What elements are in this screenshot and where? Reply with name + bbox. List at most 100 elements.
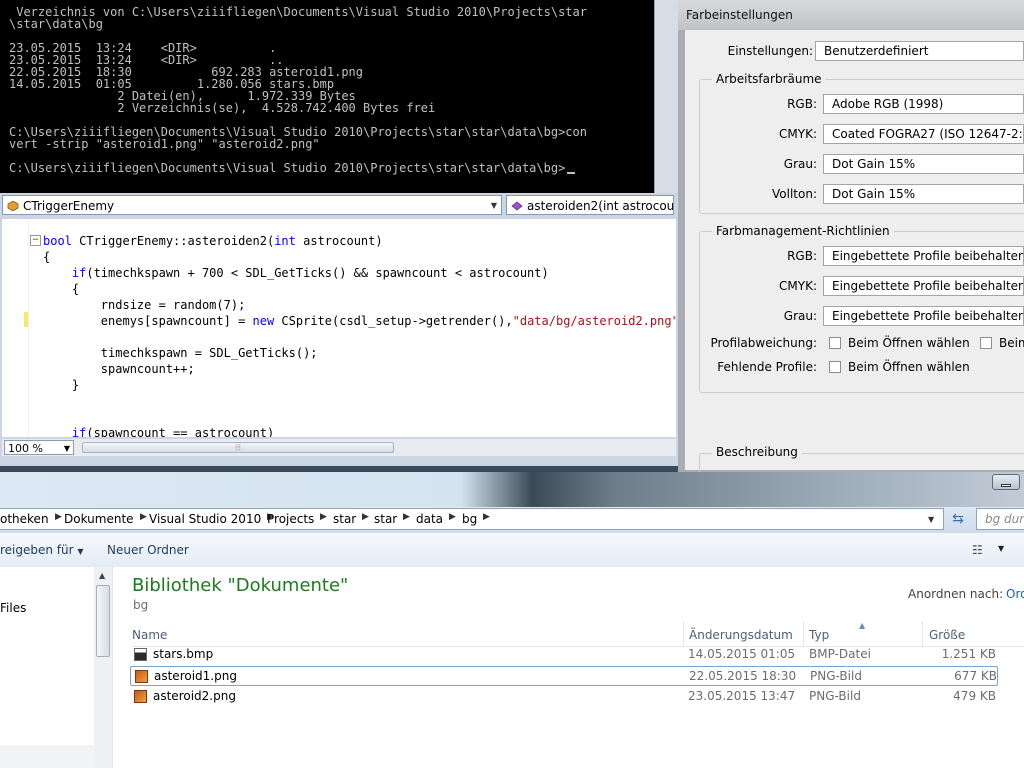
console-scrollbar[interactable]	[654, 0, 679, 193]
scrollbar-thumb[interactable]	[96, 585, 110, 657]
navigation-scrollbar[interactable]: ▲	[94, 567, 112, 768]
mismatch-open-label: Beim Öffnen wählen	[848, 336, 970, 350]
chevron-down-icon[interactable]: ▼	[928, 515, 934, 524]
file-type: BMP-Datei	[809, 647, 871, 661]
class-dropdown-value: CTriggerEnemy	[23, 199, 115, 213]
code-line: }	[43, 377, 79, 393]
missing-open-checkbox[interactable]	[829, 361, 841, 373]
working-space-select[interactable]: Coated FOGRA27 (ISO 12647-2:20	[823, 124, 1024, 144]
breadcrumb-item[interactable]: Dokumente	[64, 512, 134, 526]
console-line: vert -strip "asteroid1.png" "asteroid2.p…	[9, 137, 320, 151]
column-name[interactable]: Name	[132, 628, 167, 642]
policy-select-value: Eingebettete Profile beibehalten	[832, 249, 1024, 263]
refresh-icon[interactable]: ⇆	[947, 509, 969, 529]
description-legend: Beschreibung	[712, 445, 802, 459]
mismatch-paste-checkbox[interactable]	[980, 337, 992, 349]
console-window[interactable]: Verzeichnis von C:\Users\ziiifliegen\Doc…	[0, 0, 654, 193]
profile-mismatch-label: Profilabweichung:	[710, 336, 817, 350]
chevron-right-icon[interactable]: ▶	[320, 512, 327, 522]
chevron-right-icon[interactable]: ▶	[403, 512, 410, 522]
explorer-titlebar[interactable]	[0, 472, 1024, 507]
dialog-title: Farbeinstellungen	[686, 8, 793, 22]
code-text-area[interactable]: − bool CTriggerEnemy::asteroiden2(int as…	[2, 219, 676, 437]
breadcrumb-item[interactable]: otheken	[0, 512, 49, 526]
code-token: CTriggerEnemy::asteroiden2(	[71, 234, 275, 248]
file-date: 22.05.2015 18:30	[689, 669, 797, 683]
arrange-by-link[interactable]: Ord	[1006, 587, 1024, 601]
color-settings-dialog: Farbeinstellungen Einstellungen: Benutze…	[678, 0, 1024, 485]
view-options-icon[interactable]: ☷	[972, 543, 983, 557]
breadcrumb-item[interactable]: Visual Studio 2010	[149, 512, 261, 526]
address-bar[interactable]: otheken ▶ Dokumente ▶ Visual Studio 2010 ▶ Pro…	[0, 508, 944, 530]
settings-label: Einstellungen:	[727, 44, 813, 58]
keyword-token: new	[252, 314, 275, 328]
code-line: {	[43, 249, 50, 265]
policy-select[interactable]: Eingebettete Profile beibehalten	[823, 246, 1024, 266]
chevron-right-icon[interactable]: ▶	[140, 512, 147, 522]
missing-profiles-label: Fehlende Profile:	[717, 360, 817, 374]
arrange-by-label: Anordnen nach:	[908, 587, 1004, 601]
working-space-select[interactable]: Adobe RGB (1998)	[823, 94, 1024, 114]
breadcrumb-item[interactable]: Projects	[267, 512, 314, 526]
horizontal-scrollbar[interactable]: ⦙⦙⦙	[78, 442, 672, 453]
file-row[interactable]: asteroid2.png 23.05.2015 13:47 PNG-Bild 479…	[130, 687, 998, 707]
settings-select[interactable]: Benutzerdefiniert	[815, 41, 1024, 61]
collapse-icon[interactable]: −	[30, 235, 41, 246]
file-size: 1.251 KB	[941, 647, 996, 661]
working-space-select[interactable]: Dot Gain 15%	[823, 154, 1024, 174]
search-input[interactable]: bg durch	[976, 508, 1024, 530]
share-with-button[interactable]: reigeben für ▼	[0, 543, 84, 557]
class-icon	[7, 201, 19, 211]
code-token: (timechkspawn + 700 < SDL_GetTicks() && …	[86, 266, 549, 280]
file-row[interactable]: stars.bmp 14.05.2015 01:05 BMP-Datei 1.251 …	[130, 645, 998, 665]
scroll-up-icon[interactable]: ▲	[99, 571, 105, 580]
change-marker	[24, 312, 28, 327]
mismatch-open-checkbox[interactable]	[829, 337, 841, 349]
working-space-select[interactable]: Dot Gain 15%	[823, 184, 1024, 204]
policy-select-value: Eingebettete Profile beibehalten	[832, 309, 1024, 323]
editor-margin	[2, 219, 29, 437]
working-space-label: Vollton:	[772, 187, 817, 201]
library-title: Bibliothek "Dokumente"	[132, 575, 349, 596]
chevron-right-icon[interactable]: ▶	[362, 512, 369, 522]
settings-select-value: Benutzerdefiniert	[824, 44, 929, 58]
chevron-down-icon: ▼	[63, 444, 70, 453]
column-size[interactable]: Größe	[929, 628, 965, 642]
code-token: (spawncount == astrocount)	[86, 426, 275, 437]
policy-select[interactable]: Eingebettete Profile beibehalten	[823, 276, 1024, 296]
dialog-titlebar[interactable]: Farbeinstellungen	[678, 0, 1024, 30]
nav-item-files[interactable]: Files	[0, 601, 26, 615]
zoom-dropdown[interactable]: 100 % ▼	[4, 440, 74, 455]
policy-select[interactable]: Eingebettete Profile beibehalten	[823, 306, 1024, 326]
file-row[interactable]: asteroid1.png 22.05.2015 18:30 PNG-Bild 677…	[130, 666, 998, 686]
column-date[interactable]: Änderungsdatum	[689, 628, 793, 642]
new-folder-button[interactable]: Neuer Ordner	[107, 543, 189, 557]
chevron-right-icon[interactable]: ▶	[55, 512, 62, 522]
column-divider[interactable]	[922, 621, 923, 646]
column-header-row: Name Änderungsdatum Typ ▲ Größe	[132, 621, 1024, 647]
breadcrumb-item[interactable]: bg	[462, 512, 477, 526]
console-line: 2 Verzeichnis(se), 4.528.742.400 Bytes f…	[9, 101, 436, 115]
chevron-down-icon[interactable]: ▼	[998, 544, 1004, 553]
scrollbar-thumb[interactable]: ⦙⦙⦙	[82, 442, 394, 453]
code-token: timechkspawn = SDL_GetTicks();	[43, 346, 318, 360]
code-line: if(timechkspawn + 700 < SDL_GetTicks() &…	[43, 265, 549, 281]
dialog-body: Einstellungen: Benutzerdefiniert Arbeits…	[685, 30, 1024, 485]
console-line: \star\data\bg	[9, 17, 103, 31]
breadcrumb-item[interactable]: data	[416, 512, 443, 526]
member-dropdown[interactable]: asteroiden2(int astrocount)	[506, 195, 674, 215]
breadcrumb-item[interactable]: star	[333, 512, 356, 526]
breadcrumb-item[interactable]: star	[374, 512, 397, 526]
column-divider[interactable]	[803, 621, 804, 646]
png-file-icon	[135, 670, 148, 683]
column-divider[interactable]	[683, 621, 684, 646]
chevron-right-icon[interactable]: ▶	[483, 512, 490, 522]
code-token: rndsize = random(7);	[43, 298, 246, 312]
working-space-select-value: Adobe RGB (1998)	[832, 97, 944, 111]
class-dropdown[interactable]: CTriggerEnemy ▼	[2, 195, 502, 215]
minimize-button[interactable]	[992, 474, 1020, 490]
working-space-select-value: Dot Gain 15%	[832, 157, 916, 171]
column-type[interactable]: Typ	[809, 628, 829, 642]
chevron-right-icon[interactable]: ▶	[449, 512, 456, 522]
